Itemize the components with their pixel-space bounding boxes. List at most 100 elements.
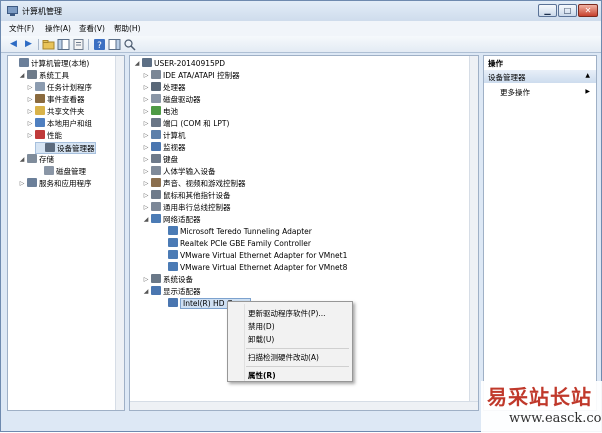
device-tree-node[interactable]: ▷ 人体学输入设备 [142,166,216,178]
left-tree-label: 共享文件夹 [47,107,85,116]
left-tree-node[interactable]: 计算机管理(本地) [10,58,89,70]
device-tree-label: 端口 (COM 和 LPT) [163,119,230,128]
device-icon [35,130,45,139]
collapse-arrow-icon[interactable]: ◢ [18,154,26,166]
forward-arrow-icon[interactable]: ▶ [22,38,35,51]
collapse-arrow-icon[interactable]: ◢ [18,70,26,82]
device-tree-node[interactable]: ▷ 通用串行总线控制器 [142,202,231,214]
device-tree-label: 网络适配器 [163,215,201,224]
center-horizontal-scrollbar[interactable] [130,401,478,410]
expand-arrow-icon[interactable]: ▷ [26,106,34,118]
context-update-driver[interactable]: 更新驱动程序软件(P)... [248,308,326,319]
close-button[interactable]: ✕ [578,4,598,17]
device-tree-node[interactable]: ▷ IDE ATA/ATAPI 控制器 [142,70,240,82]
left-tree-label: 计算机管理(本地) [31,59,90,68]
left-tree-node[interactable]: ▷ 任务计划程序 [26,82,92,94]
device-tree-label: 计算机 [163,131,186,140]
device-tree-node[interactable]: Realtek PCIe GBE Family Controller [159,238,311,250]
device-tree-node[interactable]: ▷ 声音、视频和游戏控制器 [142,178,246,190]
expand-arrow-icon[interactable]: ▷ [142,106,150,118]
left-tree-node[interactable]: 设备管理器 [35,142,96,154]
expand-arrow-icon[interactable]: ▷ [142,274,150,286]
left-tree-node[interactable]: ▷ 事件查看器 [26,94,85,106]
left-tree-node[interactable]: ◢ 存储 [18,154,54,166]
menu-action[interactable]: 操作(A) [45,23,71,34]
expand-arrow-icon[interactable]: ▷ [142,202,150,214]
device-tree-node[interactable]: ◢ 网络适配器 [142,214,201,226]
device-tree-node[interactable]: ◢ USER-20140915PD [133,58,225,70]
show-action-pane-icon[interactable] [108,38,121,51]
svg-text:?: ? [97,41,102,51]
expand-arrow-icon[interactable]: ▷ [142,166,150,178]
help-icon[interactable]: ? [93,38,106,51]
up-folder-icon[interactable] [42,38,55,51]
context-menu: 更新驱动程序软件(P)... 禁用(D) 卸载(U) 扫描检测硬件改动(A) 属… [227,301,353,382]
collapse-arrow-icon[interactable]: ◢ [142,214,150,226]
device-icon [151,154,161,163]
expand-arrow-icon[interactable]: ▷ [142,82,150,94]
expand-arrow-icon[interactable]: ▷ [142,154,150,166]
left-tree-node[interactable]: ▷ 本地用户和组 [26,118,92,130]
left-pane-scrollbar[interactable] [115,56,124,410]
left-tree-node[interactable]: ▷ 服务和应用程序 [18,178,92,190]
device-tree-node[interactable]: ▷ 键盘 [142,154,178,166]
context-properties[interactable]: 属性(R) [248,370,276,381]
device-tree-node[interactable]: ▷ 计算机 [142,130,186,142]
collapse-arrow-icon[interactable]: ◢ [133,58,141,70]
expand-arrow-icon[interactable]: ▷ [142,142,150,154]
device-tree-node[interactable]: ▷ 磁盘驱动器 [142,94,201,106]
expand-arrow-icon[interactable]: ▷ [142,94,150,106]
context-uninstall[interactable]: 卸载(U) [248,334,274,345]
device-tree-node[interactable]: ▷ 系统设备 [142,274,193,286]
device-tree-label: 人体学输入设备 [163,167,216,176]
device-icon [168,250,178,259]
context-menu-gutter [244,304,245,381]
expand-arrow-icon[interactable]: ▷ [26,82,34,94]
device-tree-node[interactable]: ▷ 电池 [142,106,178,118]
expand-arrow-icon[interactable]: ▷ [142,190,150,202]
expand-arrow-icon[interactable]: ▷ [26,94,34,106]
device-tree-node[interactable]: VMware Virtual Ethernet Adapter for VMne… [159,262,347,274]
menu-view[interactable]: 查看(V) [79,23,105,34]
minimize-button[interactable]: ▁ [538,4,557,17]
properties-icon[interactable] [72,38,85,51]
device-tree-label: 磁盘驱动器 [163,95,201,104]
submenu-arrow-icon: ▶ [585,88,590,95]
left-tree-node[interactable]: 磁盘管理 [35,166,86,178]
more-actions-item[interactable]: 更多操作 [500,87,530,98]
actions-section-device-manager[interactable]: 设备管理器 ▲ [484,70,596,83]
expand-arrow-icon[interactable]: ▷ [142,70,150,82]
expand-arrow-icon[interactable]: ▷ [26,118,34,130]
device-tree-node[interactable]: VMware Virtual Ethernet Adapter for VMne… [159,250,347,262]
device-tree-node[interactable]: ▷ 鼠标和其他指针设备 [142,190,231,202]
device-tree-node[interactable]: ◢ 显示适配器 [142,286,201,298]
device-tree-node[interactable]: Microsoft Teredo Tunneling Adapter [159,226,312,238]
show-tree-icon[interactable] [57,38,70,51]
expand-arrow-icon[interactable]: ▷ [26,130,34,142]
expand-arrow-icon[interactable]: ▷ [18,178,26,190]
device-tree-label: USER-20140915PD [154,59,226,68]
maximize-button[interactable]: □ [558,4,577,17]
left-tree-node[interactable]: ▷ 性能 [26,130,62,142]
device-tree-node[interactable]: ▷ 处理器 [142,82,186,94]
context-disable[interactable]: 禁用(D) [248,321,275,332]
device-tree-node[interactable]: ▷ 监视器 [142,142,186,154]
scan-hardware-icon[interactable] [123,38,136,51]
collapse-up-icon[interactable]: ▲ [585,72,590,79]
device-tree-label: 显示适配器 [163,287,201,296]
collapse-arrow-icon[interactable]: ◢ [142,286,150,298]
device-icon [27,178,37,187]
center-vertical-scrollbar[interactable] [469,56,478,402]
device-tree-node[interactable]: ▷ 端口 (COM 和 LPT) [142,118,229,130]
menu-file[interactable]: 文件(F) [9,23,34,34]
back-arrow-icon[interactable]: ◀ [7,38,20,51]
expand-arrow-icon[interactable]: ▷ [142,178,150,190]
expand-arrow-icon[interactable]: ▷ [142,118,150,130]
left-tree-label: 性能 [47,131,62,140]
expand-arrow-icon[interactable]: ▷ [142,130,150,142]
device-icon [168,262,178,271]
left-tree-node[interactable]: ◢ 系统工具 [18,70,69,82]
context-scan-hardware[interactable]: 扫描检测硬件改动(A) [248,352,319,363]
left-tree-node[interactable]: ▷ 共享文件夹 [26,106,85,118]
menu-help[interactable]: 帮助(H) [114,23,141,34]
